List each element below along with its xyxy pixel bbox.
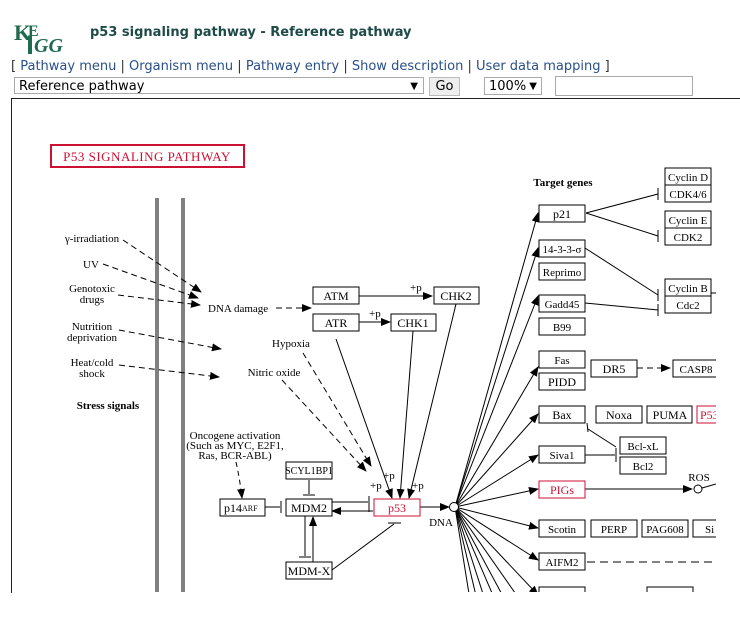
label-hypoxia: Hypoxia (272, 338, 310, 350)
label-drugs: drugs (80, 294, 104, 306)
edge (701, 483, 716, 489)
node-scyl1bp1-label: SCYL1BP1 (285, 466, 333, 477)
node-noxa-label: Noxa (606, 408, 633, 422)
node-reprimo-label: Reprimo (543, 267, 582, 279)
node-cdk4-6-label: CDK4/6 (669, 189, 707, 201)
node-bcl-xl-label: Bcl-xL (627, 441, 658, 453)
node-partial[interactable] (646, 586, 694, 604)
label-uv: UV (83, 259, 99, 271)
node-cyclin-b-label: Cyclin B (668, 283, 707, 295)
node-dr5-label: DR5 (603, 362, 626, 376)
node-siva1-label: Siva1 (549, 450, 574, 462)
label-stress-signals: Stress signals (77, 400, 140, 412)
edge (584, 302, 659, 311)
label-deprivation: deprivation (67, 332, 118, 344)
node-cyclin-d-label: Cyclin D (668, 172, 708, 184)
node-sia-label: Si (705, 524, 714, 536)
dna-node (449, 502, 459, 512)
label-nitric-oxide: Nitric oxide (248, 367, 301, 379)
node-mdmx-label: MDM-X (288, 564, 331, 578)
node-p21-label: p21 (553, 207, 571, 221)
label-oncogene-examples-2: Ras, BCR-ABL) (198, 450, 272, 462)
edge (585, 212, 659, 237)
arf-superscript: ARF (242, 504, 258, 513)
node-p14-label: p14ARF (224, 501, 258, 515)
label-phos: +p (370, 480, 382, 492)
label-ros: ROS (688, 472, 709, 484)
label-target-genes: Target genes (533, 177, 593, 189)
node-bax-label: Bax (552, 408, 571, 422)
edge (587, 428, 617, 448)
node-scotin-label: Scotin (548, 524, 577, 536)
node-chk2-label: CHK2 (440, 289, 471, 303)
edge (584, 247, 659, 296)
node-cyclin-e-label: Cyclin E (669, 215, 708, 227)
edge (331, 523, 395, 571)
edge (122, 239, 202, 293)
node-sia[interactable] (692, 519, 739, 538)
label-dna: DNA (429, 517, 453, 529)
node-bcl2-label: Bcl2 (633, 461, 654, 473)
label-dna-damage: DNA damage (208, 303, 268, 315)
membrane-bar (155, 198, 159, 592)
edge (118, 329, 222, 352)
membrane-bar (181, 198, 185, 592)
edge (235, 461, 245, 499)
edge (585, 193, 659, 214)
label-gamma-irradiation: γ-irradiation (64, 233, 120, 245)
node-mdm2-label: MDM2 (291, 501, 327, 515)
node-cdc2-label: Cdc2 (676, 300, 699, 312)
label-shock: shock (79, 368, 105, 380)
node-pigs-label: PIGs (550, 483, 574, 497)
node-chk1-label: CHK1 (397, 316, 428, 330)
node-cdk2-label: CDK2 (674, 232, 703, 244)
node-fas-label: Fas (554, 355, 569, 367)
node-casp8-label: CASP8 (679, 364, 713, 376)
ros-node (693, 484, 703, 494)
p14-text: p14 (224, 501, 242, 515)
node-p53aip-label: P53 (700, 408, 719, 422)
node-partial[interactable] (538, 586, 586, 604)
pathway-map: P53 SIGNALING PATHWAY γ-irradiation UV G… (50, 144, 739, 604)
node-14-3-3-sigma-label: 14-3-3-σ (543, 244, 582, 256)
node-gadd45-label: Gadd45 (545, 299, 580, 311)
label-phos: +p (369, 308, 381, 320)
label-phos: +p (383, 470, 395, 482)
edge (586, 422, 589, 433)
dna-fan (454, 212, 540, 592)
node-b99-label: B99 (553, 322, 572, 334)
node-pag608-label: PAG608 (646, 524, 684, 536)
node-aifm2-label: AIFM2 (545, 557, 578, 569)
node-pidd-label: PIDD (548, 375, 576, 389)
label-phos: +p (410, 282, 422, 294)
node-atm-label: ATM (323, 289, 349, 303)
edge (396, 330, 414, 499)
node-p53-label: p53 (388, 501, 406, 515)
edge (118, 364, 220, 380)
edge (407, 303, 457, 499)
node-atr-label: ATR (325, 316, 348, 330)
label-phos: +p (412, 480, 424, 492)
edge (281, 379, 367, 472)
node-perp-label: PERP (601, 524, 627, 536)
map-title: P53 SIGNALING PATHWAY (63, 149, 231, 164)
node-puma-label: PUMA (653, 408, 688, 422)
